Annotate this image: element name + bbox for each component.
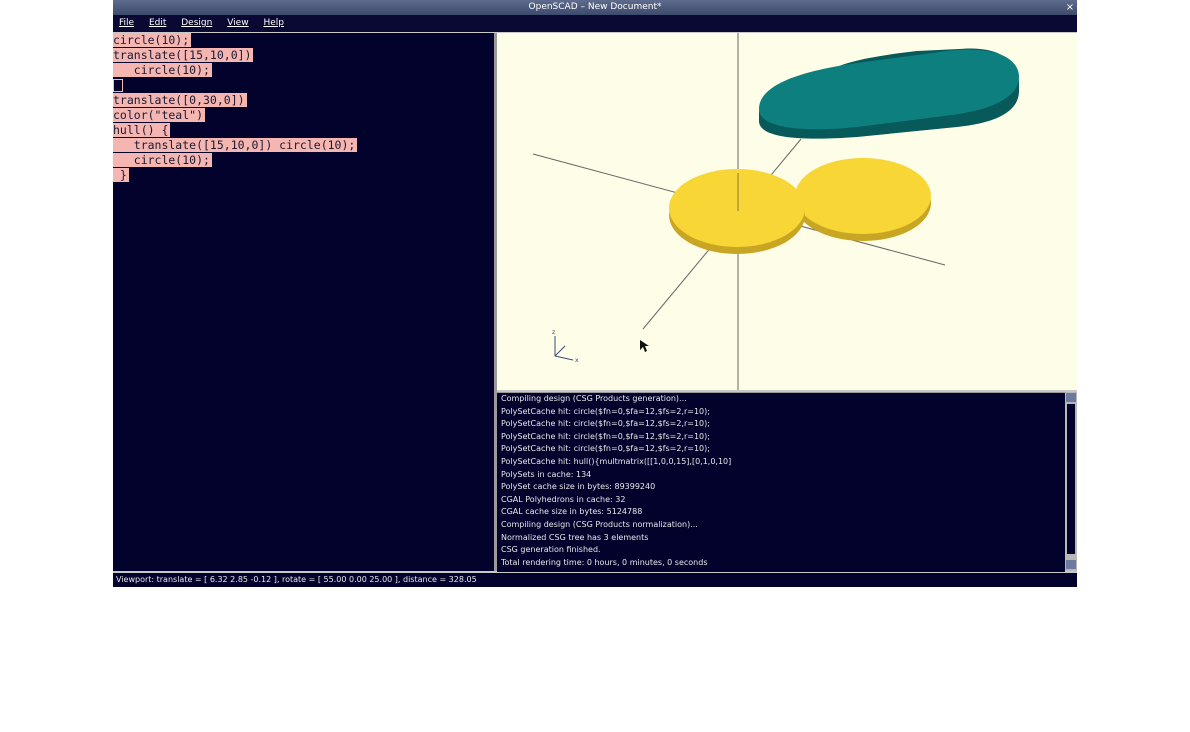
menu-edit[interactable]: Edit — [143, 15, 172, 32]
code-editor[interactable]: circle(10); translate([15,10,0]) circle(… — [113, 33, 494, 571]
console-line: Total rendering time: 0 hours, 0 minutes… — [501, 557, 708, 567]
console-line: PolySets in cache: 134 — [501, 469, 592, 479]
console-line: Compiling design (CSG Products generatio… — [501, 394, 687, 403]
console-line: CGAL cache size in bytes: 5124788 — [501, 507, 643, 517]
code-line[interactable]: translate([15,10,0]) — [113, 48, 494, 63]
scroll-down-arrow-icon[interactable] — [1066, 560, 1076, 569]
yellow-circle-translated — [795, 158, 931, 241]
scroll-up-arrow-icon[interactable] — [1066, 393, 1076, 402]
openscad-window: OpenSCAD – New Document* × File Edit Des… — [113, 0, 1077, 587]
viewport-status-text: Viewport: translate = [ 6.32 2.85 -0.12 … — [116, 575, 477, 584]
code-line[interactable]: translate([0,30,0]) — [113, 93, 494, 108]
menu-design[interactable]: Design — [175, 15, 218, 32]
console-line: CGAL Polyhedrons in cache: 32 — [501, 494, 626, 504]
console-output[interactable]: Compiling design (CSG Products generatio… — [497, 392, 1065, 572]
teal-hull-shape — [759, 48, 1019, 139]
code-line[interactable]: color("teal") — [113, 108, 494, 123]
scroll-thumb[interactable] — [1067, 404, 1075, 554]
console-line: PolySetCache hit: hull(){multmatrix([[1,… — [501, 456, 732, 466]
status-bar: Viewport: translate = [ 6.32 2.85 -0.12 … — [113, 573, 1077, 587]
code-line[interactable]: translate([15,10,0]) circle(10); — [113, 138, 494, 153]
console-line: CSG generation finished. — [501, 545, 601, 555]
console-scrollbar[interactable] — [1065, 392, 1077, 571]
code-line-empty[interactable] — [113, 78, 494, 93]
menu-help[interactable]: Help — [257, 15, 290, 32]
console-line: Compiling design (CSG Products normaliza… — [501, 519, 698, 529]
title-bar: OpenSCAD – New Document* × — [113, 0, 1077, 15]
console-line: Normalized CSG tree has 3 elements — [501, 532, 649, 542]
menu-file[interactable]: File — [113, 15, 140, 32]
menu-view[interactable]: View — [221, 15, 254, 32]
code-line[interactable]: } — [113, 168, 494, 183]
console-line: PolySetCache hit: circle($fn=0,$fa=12,$f… — [501, 419, 710, 429]
console-line: PolySetCache hit: circle($fn=0,$fa=12,$f… — [501, 444, 710, 454]
3d-viewport[interactable]: z x — [497, 33, 1077, 390]
menu-bar: File Edit Design View Help — [113, 15, 1077, 32]
console-line: PolySetCache hit: circle($fn=0,$fa=12,$f… — [501, 406, 710, 416]
window-title: OpenSCAD – New Document* — [528, 2, 662, 12]
code-line[interactable]: circle(10); — [113, 153, 494, 168]
viewport-canvas: z x — [532, 33, 1019, 390]
mouse-cursor-icon — [640, 340, 649, 352]
axis-label-x: x — [575, 357, 579, 364]
code-line[interactable]: hull() { — [113, 123, 494, 138]
close-icon[interactable]: × — [1064, 0, 1076, 15]
axes-indicator — [554, 336, 574, 361]
console-line: PolySetCache hit: circle($fn=0,$fa=12,$f… — [501, 431, 710, 441]
console-line: PolySet cache size in bytes: 89399240 — [501, 482, 656, 492]
code-line[interactable]: circle(10); — [113, 33, 494, 48]
code-line[interactable]: circle(10); — [113, 63, 494, 78]
yellow-circle-origin — [669, 169, 805, 254]
axis-label-z: z — [552, 329, 555, 336]
